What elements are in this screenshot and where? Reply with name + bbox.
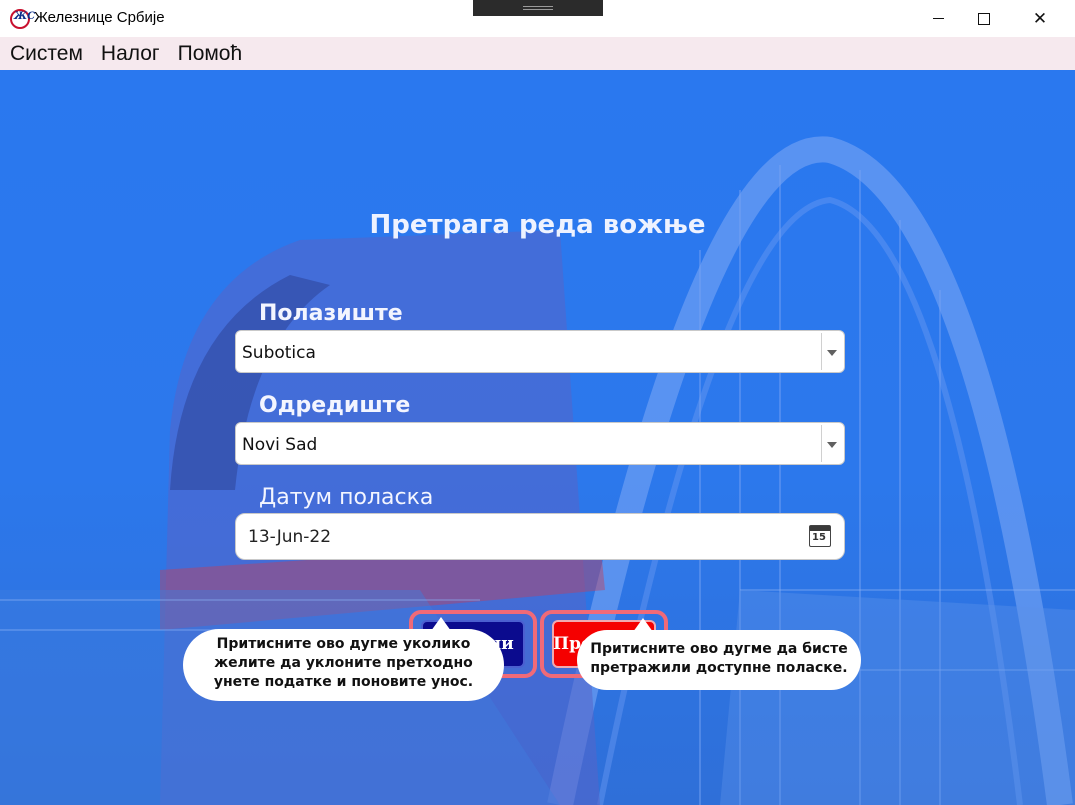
railway-logo-icon: ЖС xyxy=(10,9,35,29)
date-picker[interactable]: 13-Jun-22 15 xyxy=(235,513,845,560)
window-title: Железнице Србије xyxy=(34,9,165,26)
calendar-icon[interactable]: 15 xyxy=(809,525,831,547)
destination-label: Одредиште xyxy=(259,393,411,418)
maximize-button[interactable] xyxy=(961,0,1007,37)
close-button[interactable]: ✕ xyxy=(1017,0,1063,37)
menu-item-system[interactable]: Систем xyxy=(10,42,83,66)
search-help-tooltip: Притисните ово дугме да бисте претражили… xyxy=(577,618,861,690)
menu-item-account[interactable]: Налог xyxy=(101,42,160,66)
date-label: Датум поласка xyxy=(259,485,434,510)
search-panel: Претрага реда вожње Полазиште Subotica О… xyxy=(0,70,1075,805)
snap-grip[interactable] xyxy=(473,0,603,16)
title-bar: ЖС Железнице Србије ✕ xyxy=(0,0,1075,37)
close-icon: ✕ xyxy=(1032,8,1048,29)
menu-item-help[interactable]: Помоћ xyxy=(178,42,243,66)
chevron-down-icon[interactable] xyxy=(827,350,837,356)
origin-value: Subotica xyxy=(242,343,316,363)
destination-combobox[interactable]: Novi Sad xyxy=(235,422,845,465)
origin-label: Полазиште xyxy=(259,301,403,326)
date-value: 13-Jun-22 xyxy=(248,527,332,547)
maximize-icon xyxy=(978,12,990,25)
chevron-down-icon[interactable] xyxy=(827,442,837,448)
origin-combobox[interactable]: Subotica xyxy=(235,330,845,373)
page-heading: Претрага реда вожње xyxy=(369,210,706,240)
minimize-button[interactable] xyxy=(915,0,961,37)
menu-bar: Систем Налог Помоћ xyxy=(0,37,1075,70)
minimize-icon xyxy=(932,18,944,19)
destination-value: Novi Sad xyxy=(242,435,318,455)
clear-help-tooltip: Притисните ово дугме уколико желите да у… xyxy=(183,617,504,701)
